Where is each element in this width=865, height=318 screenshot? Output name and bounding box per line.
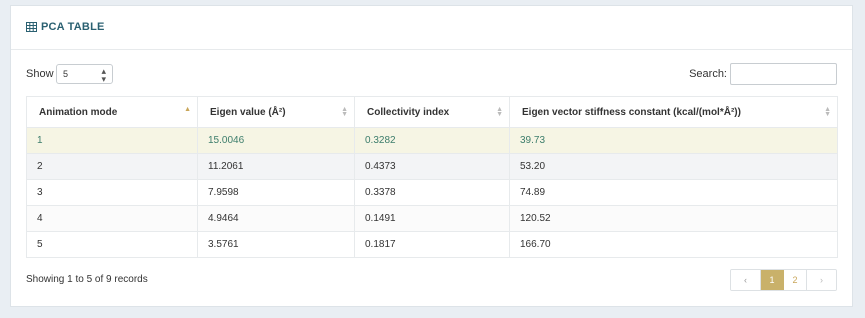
table-cell: 74.89 — [509, 179, 838, 206]
column-header-animation-mode[interactable]: Animation mode ▲ — [26, 96, 198, 128]
pca-table-panel: PCA TABLE Show 5 ▴ ▾ Search: Animation mo… — [10, 5, 853, 307]
table-row[interactable]: 5 3.5761 0.1817 166.70 — [26, 231, 838, 258]
table-cell: 4.9464 — [197, 205, 355, 232]
column-header-label: Animation mode — [39, 106, 118, 118]
pagination-prev-button[interactable]: ‹ — [731, 270, 761, 290]
table-row[interactable]: 2 11.2061 0.4373 53.20 — [26, 153, 838, 180]
table-controls: Show 5 ▴ ▾ Search: — [26, 63, 837, 86]
sort-both-icon: ▲ ▼ — [496, 106, 503, 118]
table-cell: 15.0046 — [197, 127, 355, 154]
column-header-label: Eigen vector stiffness constant (kcal/(m… — [522, 106, 741, 118]
column-header-eigen-value[interactable]: Eigen value (Å²) ▲ ▼ — [197, 96, 355, 128]
search-label: Search: — [689, 68, 727, 80]
table-cell: 0.1491 — [354, 205, 510, 232]
table-row[interactable]: 1 15.0046 0.3282 39.73 — [26, 127, 838, 154]
table-cell: 7.9598 — [197, 179, 355, 206]
records-info: Showing 1 to 5 of 9 records — [26, 274, 148, 285]
table-cell: 5 — [26, 231, 198, 258]
table-cell: 39.73 — [509, 127, 838, 154]
column-header-label: Eigen value (Å²) — [210, 106, 286, 118]
table-cell: 53.20 — [509, 153, 838, 180]
table-cell: 4 — [26, 205, 198, 232]
sort-both-icon: ▲ ▼ — [341, 106, 348, 118]
table-cell: 0.1817 — [354, 231, 510, 258]
pagination-page-2[interactable]: 2 — [784, 270, 807, 290]
page-size-select[interactable]: 5 ▴ ▾ — [56, 64, 113, 84]
table-row[interactable]: 4 4.9464 0.1491 120.52 — [26, 205, 838, 232]
table-row[interactable]: 3 7.9598 0.3378 74.89 — [26, 179, 838, 206]
table-cell: 0.3282 — [354, 127, 510, 154]
pagination: ‹ 1 2 › — [730, 269, 837, 291]
column-header-label: Collectivity index — [367, 106, 450, 118]
table-cell: 2 — [26, 153, 198, 180]
show-label: Show — [26, 68, 54, 80]
pca-table: Animation mode ▲ Eigen value (Å²) ▲ ▼ Col… — [26, 96, 838, 258]
table-cell: 0.4373 — [354, 153, 510, 180]
column-header-stiffness-constant[interactable]: Eigen vector stiffness constant (kcal/(m… — [509, 96, 838, 128]
table-icon — [26, 22, 37, 32]
pagination-page-1[interactable]: 1 — [761, 270, 784, 290]
sort-both-icon: ▲ ▼ — [824, 106, 831, 118]
sort-asc-icon: ▲ — [184, 106, 191, 113]
search-input[interactable] — [730, 63, 837, 85]
table-cell: 166.70 — [509, 231, 838, 258]
page-size-value: 5 — [63, 69, 69, 79]
panel-title: PCA TABLE — [26, 21, 105, 33]
panel-title-text: PCA TABLE — [41, 21, 105, 33]
pagination-next-button[interactable]: › — [807, 270, 836, 290]
table-cell: 3.5761 — [197, 231, 355, 258]
table-header-row: Animation mode ▲ Eigen value (Å²) ▲ ▼ Col… — [26, 96, 838, 128]
panel-header: PCA TABLE — [11, 6, 852, 50]
select-arrows-icon: ▴ ▾ — [101, 66, 106, 84]
table-cell: 0.3378 — [354, 179, 510, 206]
table-cell: 120.52 — [509, 205, 838, 232]
table-cell: 1 — [26, 127, 198, 154]
column-header-collectivity-index[interactable]: Collectivity index ▲ ▼ — [354, 96, 510, 128]
table-cell: 3 — [26, 179, 198, 206]
table-cell: 11.2061 — [197, 153, 355, 180]
